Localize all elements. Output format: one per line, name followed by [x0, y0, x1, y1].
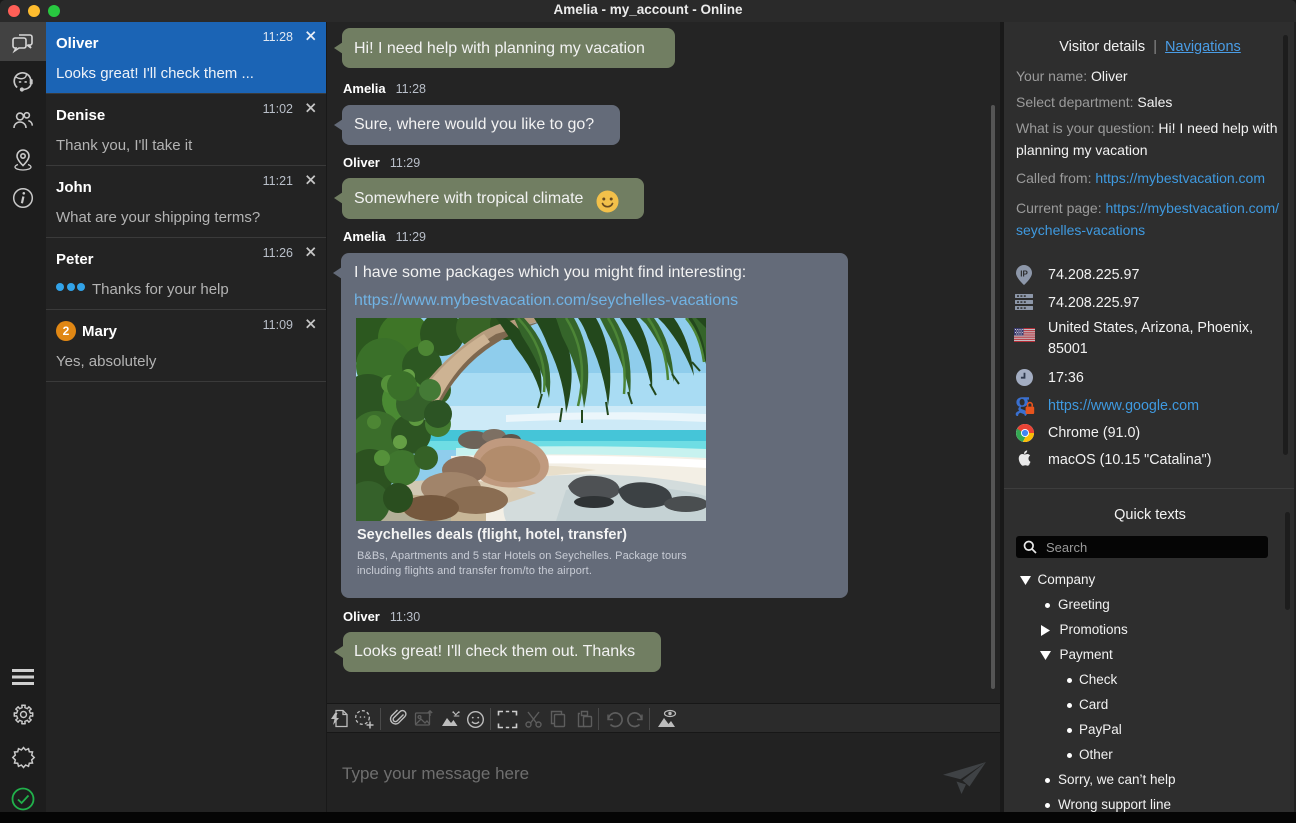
svg-text:IP: IP	[1020, 270, 1028, 279]
